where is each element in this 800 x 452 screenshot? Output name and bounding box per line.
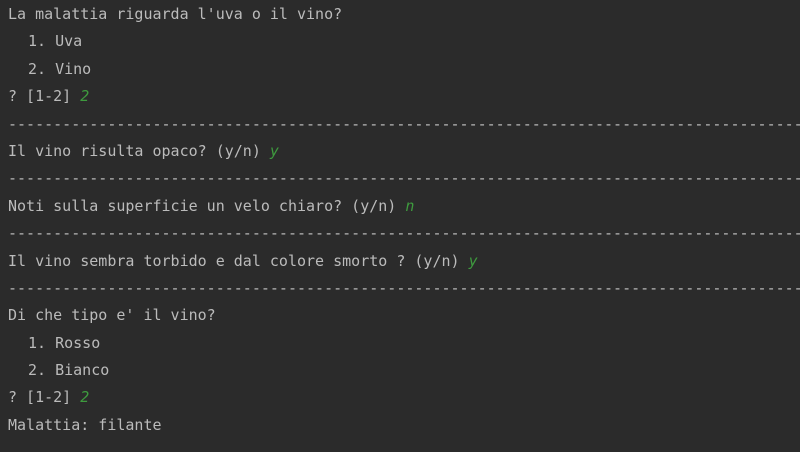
result-text: Malattia: filante xyxy=(8,415,162,434)
user-input: y xyxy=(269,141,279,160)
option-text: 1. Uva xyxy=(28,32,83,51)
option-text: 2. Bianco xyxy=(28,361,110,380)
prompt-text: ? [1-2] xyxy=(8,388,81,407)
user-input: 2 xyxy=(80,87,90,106)
user-input: n xyxy=(405,196,415,215)
console-output[interactable]: La malattia riguarda l'uva o il vino? 1.… xyxy=(0,1,800,452)
user-input: y xyxy=(468,251,478,270)
separator-line: ----------------------------------------… xyxy=(8,220,800,247)
option-line: 1. Rosso xyxy=(8,330,800,357)
prompt-text: Noti sulla superficie un velo chiaro? (y… xyxy=(8,196,406,215)
result-line: Malattia: filante xyxy=(8,412,800,439)
question-text: La malattia riguarda l'uva o il vino? xyxy=(8,5,343,23)
question-line: La malattia riguarda l'uva o il vino? xyxy=(8,1,800,28)
prompt-text: ? [1-2] xyxy=(8,87,81,106)
user-input: 2 xyxy=(80,388,90,407)
question-line: Di che tipo e' il vino? xyxy=(8,302,800,329)
prompt-line: Noti sulla superficie un velo chiaro? (y… xyxy=(8,193,800,220)
separator-text: ----------------------------------------… xyxy=(8,278,800,297)
prompt-line: ? [1-2] 2 xyxy=(8,83,800,110)
prompt-text: Il vino sembra torbido e dal colore smor… xyxy=(8,251,469,270)
separator-line: ----------------------------------------… xyxy=(8,275,800,302)
prompt-line: Il vino sembra torbido e dal colore smor… xyxy=(8,248,800,275)
separator-line: ----------------------------------------… xyxy=(8,111,800,138)
option-line: 2. Vino xyxy=(8,56,800,83)
separator-text: ----------------------------------------… xyxy=(8,224,800,243)
option-text: 1. Rosso xyxy=(28,333,101,352)
option-line: 2. Bianco xyxy=(8,357,800,384)
prompt-text: Il vino risulta opaco? (y/n) xyxy=(8,141,270,160)
option-line: 1. Uva xyxy=(8,28,800,55)
separator-text: ----------------------------------------… xyxy=(8,169,800,188)
option-text: 2. Vino xyxy=(28,59,92,78)
separator-line: ----------------------------------------… xyxy=(8,165,800,192)
prompt-line: ? [1-2] 2 xyxy=(8,384,800,411)
prompt-line: Il vino risulta opaco? (y/n) y xyxy=(8,138,800,165)
question-text: Di che tipo e' il vino? xyxy=(8,306,216,325)
separator-text: ----------------------------------------… xyxy=(8,114,800,133)
